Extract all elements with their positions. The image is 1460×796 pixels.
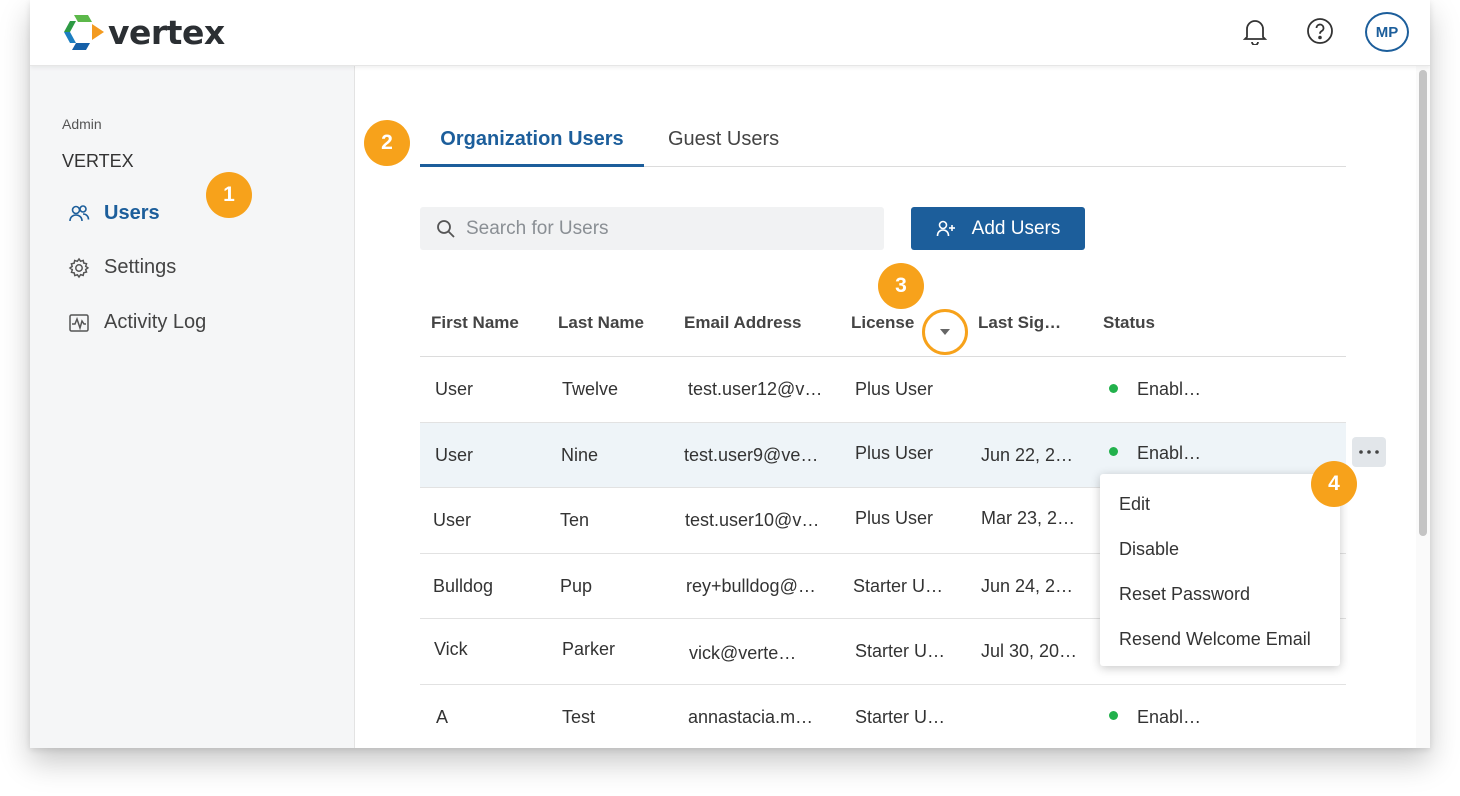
cell-last-sign-in: Mar 23, 2… [981, 508, 1076, 528]
cell-first-name: User [435, 379, 474, 399]
callout-marker-1: 1 [206, 172, 252, 218]
search-box[interactable] [420, 207, 884, 250]
callout-marker-4: 4 [1311, 461, 1357, 507]
cell-last-sign-in: Jun 24, 2… [981, 575, 1074, 596]
cell-last-sign-in: Jul 30, 20… [981, 641, 1078, 661]
vertex-logo-icon [64, 15, 104, 50]
logo[interactable]: vertex [62, 10, 225, 54]
cell-license: Starter U… [853, 575, 944, 596]
status-enabled-dot [1109, 711, 1118, 721]
column-header-license[interactable]: License [851, 313, 914, 333]
sidebar-item-users[interactable]: Users [68, 202, 160, 225]
cell-email: test.user10@v… [685, 510, 820, 530]
add-user-icon [936, 219, 958, 239]
column-header-status[interactable]: Status [1103, 313, 1155, 333]
sort-down-icon [940, 329, 950, 335]
cell-license: Starter U… [855, 641, 946, 661]
tab-bar: Organization Users Guest Users [420, 118, 1346, 167]
sidebar-section-label: Admin [62, 116, 102, 132]
status-cell: Enabl… [1109, 379, 1201, 400]
column-header-last-name[interactable]: Last Name [558, 313, 644, 333]
sidebar-item-label: Settings [104, 256, 177, 278]
row-actions-menu: Edit Disable Reset Password Resend Welco… [1100, 474, 1340, 666]
sidebar-item-label: Activity Log [104, 311, 207, 333]
brand-name: vertex [108, 12, 225, 52]
callout-marker-3: 3 [878, 263, 924, 309]
cell-last-name: Parker [562, 639, 616, 659]
sidebar-item-settings[interactable]: Settings [68, 256, 176, 279]
license-sort-button[interactable] [922, 309, 968, 355]
add-users-button[interactable]: Add Users [911, 207, 1085, 250]
cell-last-name: Ten [560, 510, 590, 530]
status-enabled-dot [1109, 383, 1118, 393]
user-avatar[interactable]: MP [1365, 12, 1409, 52]
table-row[interactable]: A Test annastacia.m… Starter U… Enabl… [420, 685, 1346, 749]
cell-last-sign-in: Jun 22, 2… [981, 444, 1074, 465]
status-cell: Enabl… [1109, 443, 1201, 464]
tab-organization-users[interactable]: Organization Users [420, 128, 644, 167]
cell-email: annastacia.m… [688, 706, 814, 727]
notifications-bell-icon[interactable] [1238, 14, 1272, 48]
cell-last-name: Twelve [562, 379, 619, 399]
cell-license: Starter U… [855, 706, 946, 727]
add-users-label: Add Users [971, 217, 1061, 239]
cell-license: Plus User [855, 508, 934, 528]
cell-license: Plus User [855, 442, 934, 463]
cell-last-name: Nine [561, 444, 599, 465]
status-text: Enabl… [1137, 442, 1202, 463]
sidebar-item-label: Users [104, 202, 160, 224]
cell-email: rey+bulldog@… [686, 575, 816, 596]
search-input[interactable] [466, 217, 866, 240]
cell-email: vick@verte… [689, 643, 797, 663]
sidebar-org-name: VERTEX [62, 151, 134, 171]
row-more-actions-button[interactable] [1352, 436, 1386, 467]
menu-item-edit[interactable]: Edit [1119, 494, 1150, 515]
status-text: Enabl… [1137, 706, 1202, 727]
menu-item-resend-welcome-email[interactable]: Resend Welcome Email [1119, 629, 1311, 650]
cell-license: Plus User [855, 379, 934, 399]
help-icon[interactable] [1303, 14, 1337, 48]
cell-email: test.user12@v… [688, 379, 823, 399]
menu-item-disable[interactable]: Disable [1119, 539, 1179, 560]
cell-last-name: Pup [560, 575, 593, 596]
cell-first-name: User [433, 510, 472, 530]
gear-icon [68, 257, 90, 279]
tab-guest-users[interactable]: Guest Users [668, 128, 779, 165]
cell-first-name: Vick [434, 639, 468, 659]
status-cell: Enabl… [1109, 707, 1201, 728]
column-header-first-name[interactable]: First Name [431, 313, 519, 333]
sidebar-item-activity-log[interactable]: Activity Log [68, 311, 206, 334]
more-horizontal-icon [1359, 449, 1379, 454]
cell-first-name: Bulldog [433, 575, 494, 596]
cell-email: test.user9@ve… [684, 444, 819, 465]
table-row[interactable]: User Twelve test.user12@v… Plus User Ena… [420, 357, 1346, 423]
column-header-last-sign-in[interactable]: Last Sig… [978, 313, 1061, 333]
search-icon [437, 219, 455, 238]
cell-first-name: User [435, 444, 474, 465]
status-text: Enabl… [1137, 379, 1202, 399]
users-icon [68, 203, 90, 225]
status-enabled-dot [1109, 447, 1118, 457]
callout-marker-2: 2 [364, 120, 410, 166]
cell-first-name: A [436, 706, 449, 727]
sidebar: Admin VERTEX Users Settings Activity Log [30, 66, 355, 748]
column-header-email[interactable]: Email Address [684, 313, 801, 333]
menu-item-reset-password[interactable]: Reset Password [1119, 584, 1250, 605]
activity-log-icon [68, 312, 90, 334]
scrollbar-thumb[interactable] [1419, 70, 1427, 536]
top-bar: vertex MP [30, 0, 1430, 66]
cell-last-name: Test [562, 706, 596, 727]
